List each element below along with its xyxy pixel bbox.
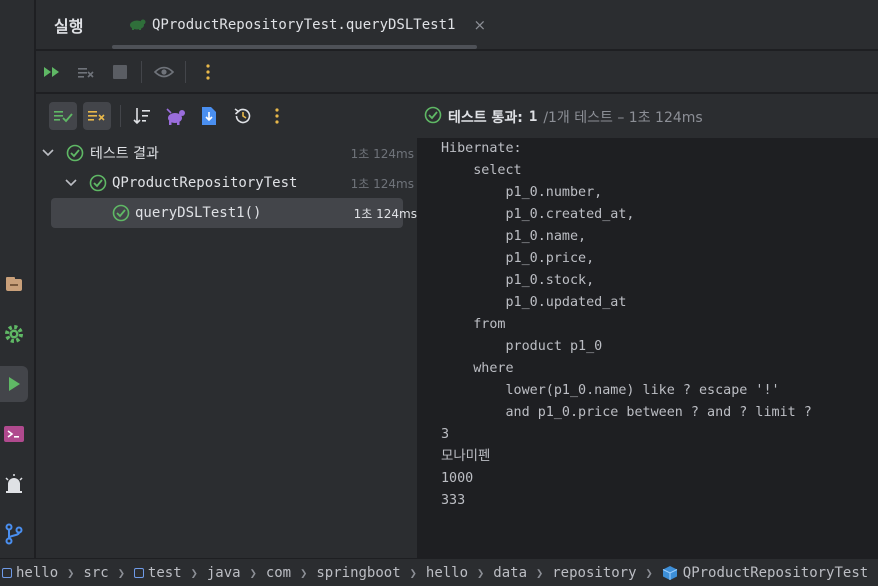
eye-icon[interactable] <box>152 60 176 84</box>
console-line: p1_0.number, <box>441 185 603 200</box>
chevron-down-icon[interactable] <box>64 176 78 190</box>
tab-run-configuration[interactable]: QProductRepositoryTest.queryDSLTest1 × <box>128 12 486 38</box>
test-status: 테스트 통과: 1 /1개 테스트 – 1초 124ms <box>424 106 703 128</box>
run-tool-window-header: 실행 QProductRepositoryTest.queryDSLTest1 … <box>36 0 878 50</box>
tree-row-root[interactable]: 테스트 결과 1초 124ms <box>36 138 418 168</box>
chevron-right-icon: ❯ <box>409 565 417 580</box>
chevron-right-icon: ❯ <box>249 565 257 580</box>
status-count: 1 <box>528 109 538 125</box>
tree-row-label: queryDSLTest1() <box>135 205 262 221</box>
test-tree: 테스트 결과 1초 124ms QProductRepositoryTest 1… <box>36 138 418 558</box>
console-line: and p1_0.price between ? and ? limit ? <box>441 405 812 420</box>
more-vertical-icon[interactable] <box>196 60 220 84</box>
problems-icon[interactable] <box>0 466 28 502</box>
history-icon[interactable] <box>229 102 257 130</box>
breadcrumb-item[interactable]: QProductRepositoryTest <box>662 565 868 581</box>
bookmarks-icon[interactable] <box>0 266 28 302</box>
console-line: where <box>441 361 514 376</box>
console-line: select <box>441 163 522 178</box>
breadcrumb-item[interactable]: hello <box>426 565 468 581</box>
tree-row-time: 1초 124ms <box>350 146 414 161</box>
chevron-right-icon: ❯ <box>536 565 544 580</box>
chevron-right-icon: ❯ <box>645 565 653 580</box>
stop-icon[interactable] <box>108 60 132 84</box>
status-text: 테스트 통과: <box>448 110 523 126</box>
test-toolbar: 테스트 통과: 1 /1개 테스트 – 1초 124ms <box>36 94 878 138</box>
console-line: p1_0.name, <box>441 229 587 244</box>
collapse-icon[interactable] <box>162 102 190 130</box>
tree-row-method[interactable]: queryDSLTest1() 1초 124ms <box>51 198 417 228</box>
console-line: from <box>441 317 506 332</box>
console-output[interactable]: Hibernate: select p1_0.number, p1_0.crea… <box>419 138 878 558</box>
check-circle-icon <box>424 106 442 128</box>
console-line: 3 <box>441 427 450 442</box>
check-circle-icon <box>66 144 84 162</box>
console-line: product p1_0 <box>441 339 603 354</box>
toolbar-separator <box>120 105 121 127</box>
sort-icon[interactable] <box>128 102 156 130</box>
chevron-right-icon: ❯ <box>190 565 198 580</box>
console-line: 333 <box>441 493 466 508</box>
breadcrumb-item[interactable]: src <box>83 565 108 581</box>
breadcrumb-item[interactable]: hello <box>2 565 58 581</box>
status-detail: /1개 테스트 – 1초 124ms <box>543 110 703 126</box>
run-icon[interactable] <box>0 366 28 402</box>
services-gear-icon[interactable] <box>0 316 28 352</box>
chevron-down-icon[interactable] <box>41 146 55 160</box>
tree-row-label: QProductRepositoryTest <box>112 175 298 191</box>
activity-bar <box>0 0 35 558</box>
breadcrumb: hello ❯ src ❯ test ❯ java ❯ com ❯ spring… <box>0 558 878 586</box>
breadcrumb-item[interactable]: java <box>207 565 241 581</box>
console-line: p1_0.created_at, <box>441 207 635 222</box>
tree-row-class[interactable]: QProductRepositoryTest 1초 124ms <box>36 168 418 198</box>
tree-row-label: 테스트 결과 <box>90 146 159 162</box>
stop-rerun-icon[interactable] <box>74 60 98 84</box>
toolbar-separator <box>141 61 142 83</box>
console-line: 모나미펜 <box>441 449 491 464</box>
console-line: lower(p1_0.name) like ? escape '!' <box>441 383 780 398</box>
tree-row-time: 1초 124ms <box>350 176 414 191</box>
breadcrumb-item[interactable]: repository <box>552 565 636 581</box>
rerun-icon[interactable] <box>40 60 64 84</box>
run-toolbar <box>36 51 878 93</box>
check-circle-icon <box>89 174 107 192</box>
close-icon[interactable]: × <box>473 16 486 34</box>
console-line: p1_0.price, <box>441 251 595 266</box>
module-icon <box>2 567 12 578</box>
breadcrumb-item[interactable]: data <box>493 565 527 581</box>
breadcrumb-item[interactable]: test <box>133 565 182 581</box>
console-line: p1_0.stock, <box>441 273 595 288</box>
chevron-right-icon: ❯ <box>300 565 308 580</box>
console-line: Hibernate: <box>441 141 522 156</box>
console-line: 1000 <box>441 471 474 486</box>
tab-label: QProductRepositoryTest.queryDSLTest1 <box>152 17 456 33</box>
toolbar-separator <box>185 61 186 83</box>
tree-row-time: 1초 124ms <box>353 206 417 221</box>
chevron-right-icon: ❯ <box>117 565 125 580</box>
console-line: p1_0.updated_at <box>441 295 627 310</box>
chevron-right-icon: ❯ <box>477 565 485 580</box>
more-vertical-icon[interactable] <box>263 102 291 130</box>
show-ignored-icon[interactable] <box>83 102 111 130</box>
run-window-title: 실행 <box>54 17 84 36</box>
terminal-icon[interactable] <box>0 416 28 452</box>
show-passed-icon[interactable] <box>49 102 77 130</box>
breadcrumb-item[interactable]: com <box>266 565 291 581</box>
check-circle-icon <box>112 204 130 222</box>
tab-scroll-indicator <box>112 45 477 49</box>
spring-test-icon <box>128 16 146 34</box>
breadcrumb-item[interactable]: springboot <box>316 565 400 581</box>
import-tests-icon[interactable] <box>195 102 223 130</box>
chevron-right-icon: ❯ <box>67 565 75 580</box>
git-branch-icon[interactable] <box>0 516 28 552</box>
class-cube-icon <box>662 565 678 581</box>
folder-icon <box>133 567 144 578</box>
